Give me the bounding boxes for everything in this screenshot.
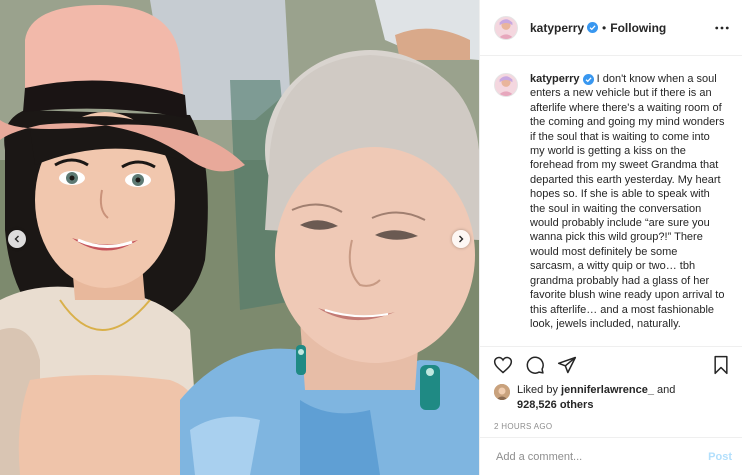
action-bar bbox=[480, 347, 742, 383]
post-actions-section: Liked by jenniferlawrence_ and 928,526 o… bbox=[480, 346, 742, 431]
bookmark-icon bbox=[714, 355, 728, 375]
caption-username[interactable]: katyperry bbox=[530, 72, 580, 86]
post-timestamp[interactable]: 2 HOURS AGO bbox=[480, 422, 742, 431]
chevron-right-icon bbox=[459, 235, 464, 243]
next-photo-button[interactable] bbox=[452, 230, 470, 248]
liker-username[interactable]: jenniferlawrence_ bbox=[561, 384, 654, 396]
share-button[interactable] bbox=[556, 354, 578, 376]
profile-avatar-image bbox=[495, 16, 517, 39]
comment-bar: Post bbox=[480, 437, 742, 475]
header-username[interactable]: katyperry bbox=[530, 21, 584, 35]
caption-avatar[interactable] bbox=[494, 73, 518, 97]
verified-badge-icon bbox=[582, 73, 594, 85]
post-header: katyperry • Following bbox=[480, 0, 742, 56]
chevron-left-icon bbox=[14, 235, 19, 243]
caption-section: katyperry I don't know when a soul enter… bbox=[480, 56, 742, 346]
post-photo[interactable] bbox=[0, 0, 479, 475]
instagram-post: katyperry • Following katyperry I don't … bbox=[0, 0, 742, 475]
photo-scene bbox=[0, 0, 479, 475]
comment-button[interactable] bbox=[524, 354, 546, 376]
likes-count[interactable]: 928,526 others bbox=[517, 399, 593, 411]
comment-icon bbox=[526, 356, 544, 374]
avatar[interactable] bbox=[494, 15, 518, 40]
likes-text: Liked by jenniferlawrence_ and 928,526 o… bbox=[517, 383, 675, 413]
heart-icon bbox=[493, 356, 513, 374]
previous-photo-button[interactable] bbox=[8, 230, 26, 248]
comment-input[interactable] bbox=[494, 449, 709, 464]
likes-conjunction: and bbox=[657, 384, 676, 396]
save-button[interactable] bbox=[710, 354, 732, 376]
verified-badge-icon bbox=[587, 22, 599, 33]
profile-avatar-image bbox=[495, 74, 517, 96]
post-side-panel: katyperry • Following katyperry I don't … bbox=[479, 0, 742, 475]
liker-avatar-image bbox=[494, 384, 510, 400]
more-options-icon bbox=[715, 26, 729, 29]
like-button[interactable] bbox=[492, 354, 514, 376]
paper-plane-icon bbox=[557, 356, 577, 374]
caption-text-block: katyperry I don't know when a soul enter… bbox=[530, 72, 725, 331]
likes-summary: Liked by jenniferlawrence_ and 928,526 o… bbox=[480, 383, 742, 413]
likes-prefix: Liked by bbox=[517, 384, 558, 396]
more-options-button[interactable] bbox=[714, 20, 730, 36]
following-button[interactable]: Following bbox=[610, 21, 666, 35]
caption-body: I don't know when a soul enters a new ve… bbox=[530, 73, 725, 330]
post-comment-button[interactable]: Post bbox=[708, 451, 732, 463]
header-separator: • bbox=[602, 20, 607, 35]
liker-avatar[interactable] bbox=[494, 384, 510, 400]
